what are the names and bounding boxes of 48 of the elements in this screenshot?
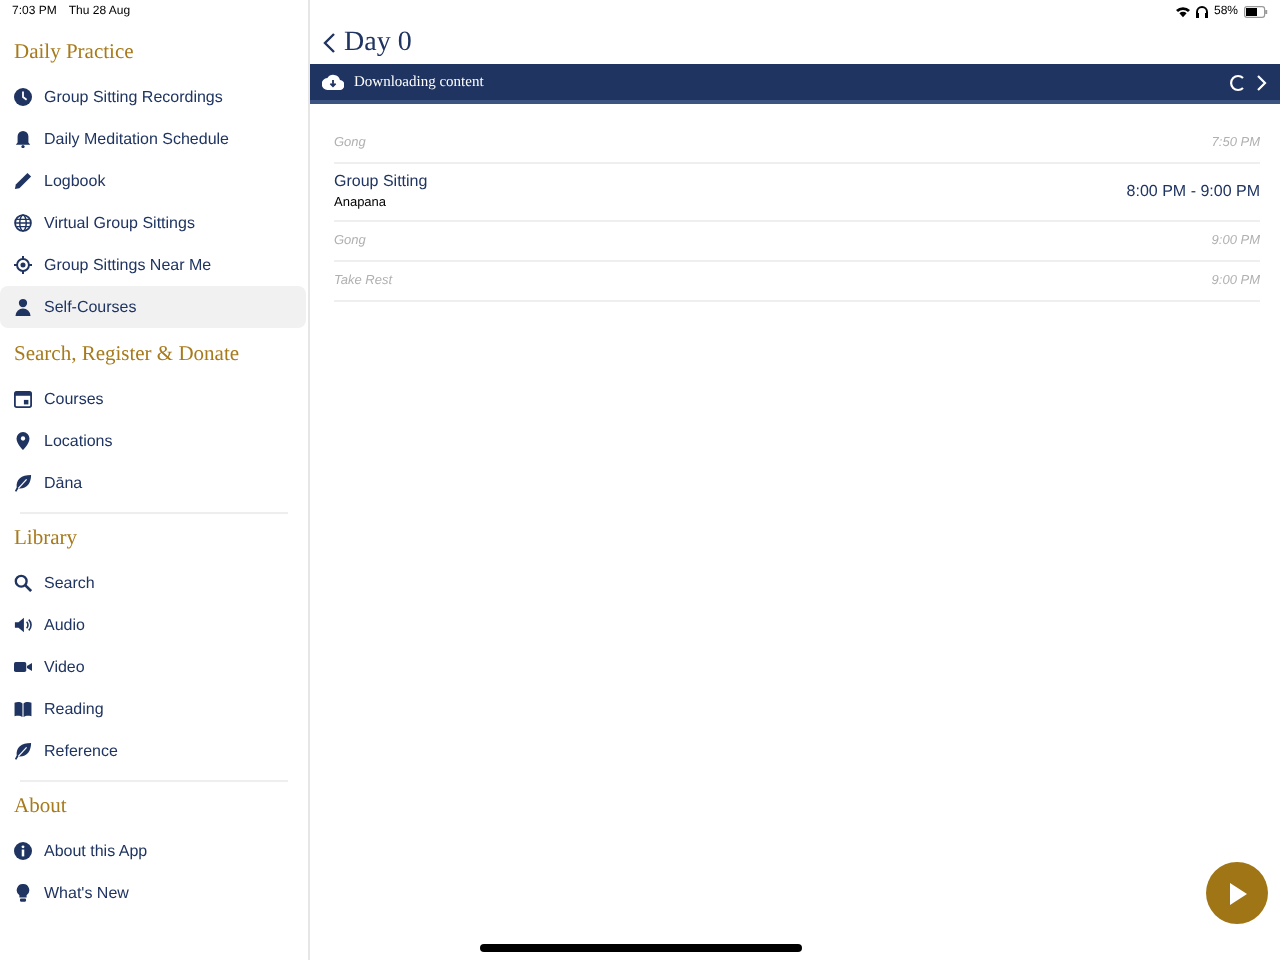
- session-time: 8:00 PM - 9:00 PM: [1126, 180, 1260, 204]
- wifi-icon: [1175, 6, 1190, 18]
- sidebar-item[interactable]: Group Sittings Near Me: [0, 244, 306, 286]
- loading-spinner-icon: [1228, 73, 1246, 91]
- sidebar-item[interactable]: Group Sitting Recordings: [0, 76, 306, 118]
- sidebar-item[interactable]: Video: [0, 646, 306, 688]
- leaf-icon: [14, 742, 32, 760]
- pencil-icon: [14, 172, 32, 190]
- play-icon: [1227, 881, 1247, 905]
- section-heading: Search, Register & Donate: [12, 342, 242, 371]
- chevron-right-icon[interactable]: [1256, 73, 1268, 91]
- clock-icon: [14, 88, 32, 106]
- cloud-download-icon: [322, 74, 344, 90]
- speaker-icon: [14, 616, 32, 634]
- section-heading: About: [12, 794, 69, 823]
- calendar-icon: [14, 390, 32, 408]
- sidebar-item[interactable]: Courses: [0, 378, 306, 420]
- book-icon: [14, 700, 32, 718]
- sidebar-item[interactable]: Audio: [0, 604, 306, 646]
- page-title: Day 0: [344, 25, 412, 61]
- sidebar-item[interactable]: Locations: [0, 420, 306, 462]
- sidebar-item[interactable]: Search: [0, 562, 306, 604]
- session-title: Group Sitting: [334, 170, 428, 195]
- lightbulb-icon: [14, 884, 32, 902]
- sidebar-item[interactable]: Daily Meditation Schedule: [0, 118, 306, 160]
- sidebar-item[interactable]: Reference: [0, 730, 306, 772]
- back-chevron-icon[interactable]: [322, 31, 336, 53]
- headphones-icon: [1195, 6, 1208, 18]
- sidebar-item[interactable]: Self-Courses: [0, 286, 306, 328]
- search-icon: [14, 574, 32, 592]
- sidebar-item[interactable]: Reading: [0, 688, 306, 730]
- sidebar-item[interactable]: Virtual Group Sittings: [0, 202, 306, 244]
- leaf-icon: [14, 474, 32, 492]
- video-camera-icon: [14, 658, 32, 676]
- sidebar-item[interactable]: Dāna: [0, 462, 306, 504]
- play-button[interactable]: [1206, 862, 1268, 924]
- crosshair-icon: [14, 256, 32, 274]
- sidebar-item[interactable]: About this App: [0, 830, 306, 872]
- person-icon: [14, 298, 32, 316]
- bell-icon: [14, 130, 32, 148]
- globe-icon: [14, 214, 32, 232]
- info-icon: [14, 842, 32, 860]
- location-pin-icon: [14, 432, 32, 450]
- sidebar-item[interactable]: Logbook: [0, 160, 306, 202]
- section-heading: Daily Practice: [12, 40, 136, 69]
- sidebar-item[interactable]: What's New: [0, 872, 306, 914]
- section-heading: Library: [12, 526, 79, 555]
- battery-icon: [1244, 6, 1268, 18]
